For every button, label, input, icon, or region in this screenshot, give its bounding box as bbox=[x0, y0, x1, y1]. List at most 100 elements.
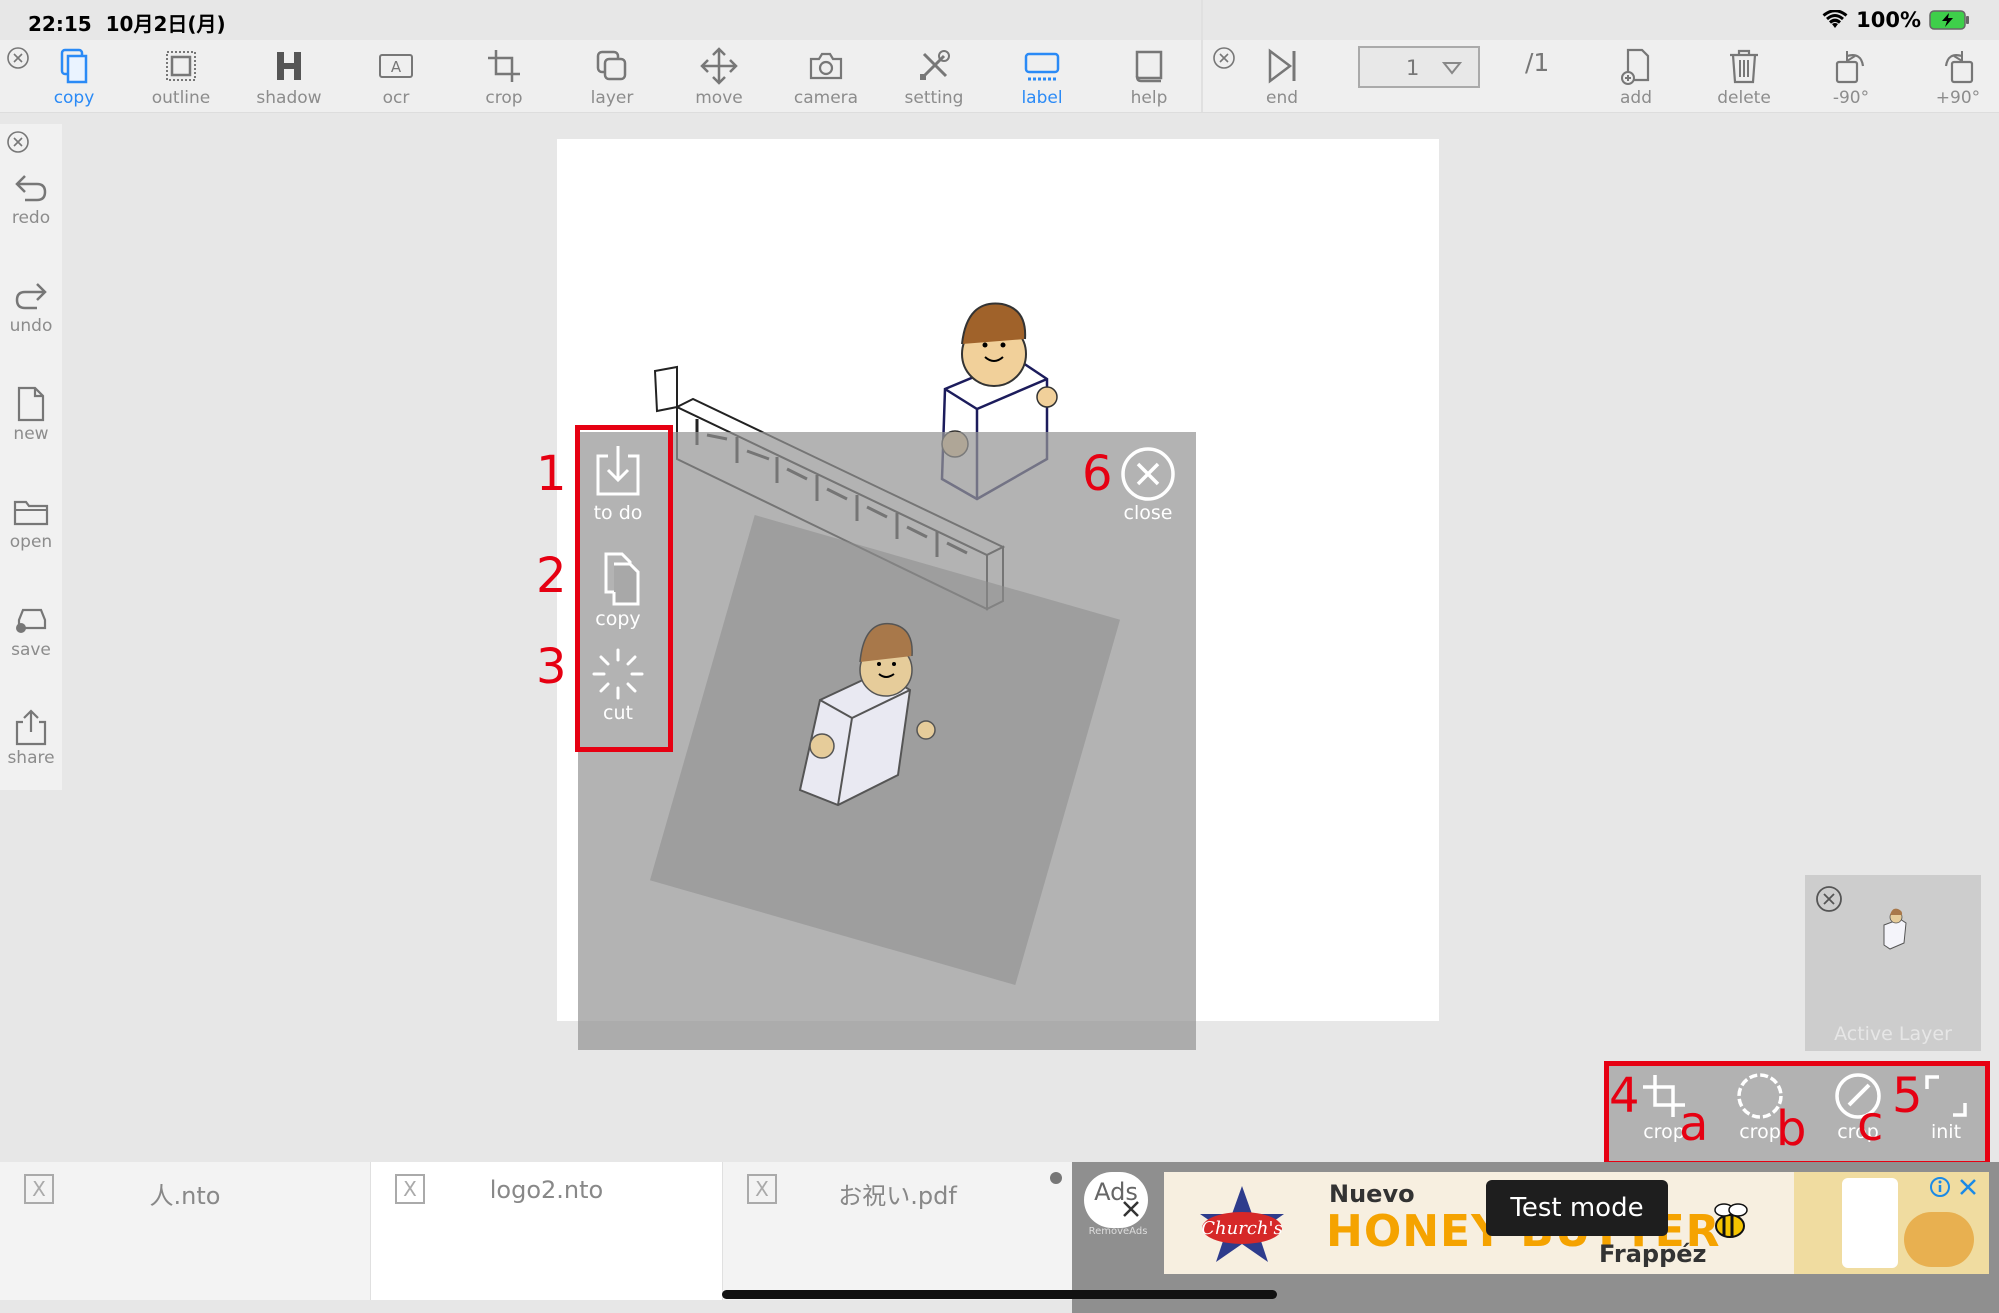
overlay-character-drawing bbox=[798, 622, 936, 807]
battery-percent: 100% bbox=[1856, 8, 1921, 32]
close-label: close bbox=[1123, 502, 1173, 524]
delete-page-label: delete bbox=[1717, 88, 1771, 108]
tab-logo2-nto[interactable]: X logo2.nto bbox=[371, 1162, 724, 1300]
annotation-number-5: 5 bbox=[1892, 1068, 1923, 1124]
toolbar-layer-button[interactable]: layer bbox=[566, 40, 658, 112]
annotation-number-3: 3 bbox=[536, 639, 567, 695]
close-active-layer-icon[interactable] bbox=[1815, 885, 1843, 913]
tab-label: logo2.nto bbox=[489, 1176, 604, 1204]
brand-text: Church's bbox=[1201, 1218, 1282, 1239]
sidebar-undo-button[interactable]: undo bbox=[0, 276, 62, 336]
setting-icon bbox=[920, 50, 950, 80]
toolbar-copy-button[interactable]: copy bbox=[28, 40, 120, 112]
toolbar-help-button[interactable]: help bbox=[1103, 40, 1195, 112]
sidebar-redo-label: redo bbox=[11, 208, 51, 228]
page-select[interactable]: 1 bbox=[1358, 46, 1480, 88]
rotate-left-button[interactable]: -90° bbox=[1805, 40, 1897, 112]
ocr-icon: A bbox=[379, 54, 413, 78]
battery-icon bbox=[1929, 10, 1969, 30]
ad-headline-bottom: Frappéz bbox=[1599, 1240, 1707, 1268]
close-page-toolbar-icon[interactable] bbox=[1212, 46, 1236, 70]
end-label: end bbox=[1265, 88, 1299, 108]
toolbar-setting-button[interactable]: setting bbox=[888, 40, 980, 112]
ad-info-icon[interactable] bbox=[1929, 1176, 1951, 1198]
annotation-letter-a: a bbox=[1679, 1096, 1709, 1152]
toolbar-shadow-label: shadow bbox=[256, 88, 322, 108]
end-button[interactable]: end bbox=[1236, 40, 1328, 112]
sidebar-open-label: open bbox=[9, 532, 53, 552]
page-select-value: 1 bbox=[1406, 56, 1420, 80]
toolbar-copy-label: copy bbox=[53, 88, 95, 108]
close-icon bbox=[1121, 447, 1175, 501]
sidebar-redo-button[interactable]: redo bbox=[0, 168, 62, 228]
toolbar-label-label: label bbox=[1021, 88, 1063, 108]
active-layer-label: Active Layer bbox=[1834, 1023, 1952, 1045]
label-icon bbox=[1024, 52, 1060, 81]
annotation-number-1: 1 bbox=[536, 446, 567, 502]
book-icon bbox=[1135, 50, 1163, 83]
toolbar-shadow-button[interactable]: shadow bbox=[243, 40, 335, 112]
wifi-icon bbox=[1822, 10, 1848, 28]
layer-icon bbox=[596, 50, 627, 81]
toolbar-label-button[interactable]: label bbox=[996, 40, 1088, 112]
ad-banner[interactable]: Church's Nuevo HONEY BUTTER Frappéz Test… bbox=[1164, 1172, 1989, 1274]
annotation-letter-b: b bbox=[1776, 1101, 1807, 1157]
close-ad-icon bbox=[1123, 1201, 1139, 1217]
close-toolbar-icon[interactable] bbox=[6, 46, 30, 70]
toolbar-camera-button[interactable]: camera bbox=[780, 40, 872, 112]
delete-page-button[interactable]: delete bbox=[1698, 40, 1790, 112]
toolbar-divider bbox=[1201, 0, 1203, 112]
rotate-left-label: -90° bbox=[1832, 88, 1870, 108]
undo-icon bbox=[15, 283, 47, 310]
add-page-button[interactable]: add bbox=[1590, 40, 1682, 112]
annotation-letter-c: c bbox=[1857, 1096, 1884, 1152]
add-page-label: add bbox=[1620, 88, 1652, 108]
rotate-left-icon bbox=[1835, 51, 1865, 84]
home-indicator[interactable] bbox=[722, 1290, 1277, 1299]
close-sidebar-icon[interactable] bbox=[6, 130, 30, 154]
page-total: /1 bbox=[1525, 48, 1550, 77]
toolbar-setting-label: setting bbox=[904, 88, 964, 108]
svg-text:A: A bbox=[391, 58, 402, 76]
sidebar-new-label: new bbox=[13, 424, 49, 444]
tab-person-nto[interactable]: X 人.nto bbox=[0, 1162, 372, 1300]
add-page-icon bbox=[1621, 48, 1650, 85]
toolbar-crop-label: crop bbox=[485, 88, 523, 108]
toolbar-crop-button[interactable]: crop bbox=[458, 40, 550, 112]
sidebar-new-button[interactable]: new bbox=[0, 384, 62, 444]
toolbar-move-label: move bbox=[695, 88, 743, 108]
rotate-right-icon bbox=[1944, 51, 1974, 84]
sidebar-save-button[interactable]: save bbox=[0, 600, 62, 660]
rotate-right-label: +90° bbox=[1935, 88, 1981, 108]
active-layer-panel[interactable]: Active Layer bbox=[1805, 875, 1981, 1051]
test-mode-badge: Test mode bbox=[1486, 1180, 1668, 1236]
ad-close-icon[interactable] bbox=[1957, 1176, 1979, 1198]
toolbar-ocr-button[interactable]: A ocr bbox=[350, 40, 442, 112]
status-time: 22:15 10月2日(月) bbox=[28, 12, 226, 36]
toolbar-help-label: help bbox=[1130, 88, 1168, 108]
move-icon bbox=[700, 47, 738, 85]
tab-oiwai-pdf[interactable]: X お祝い.pdf bbox=[723, 1162, 1074, 1300]
rotate-right-button[interactable]: +90° bbox=[1912, 40, 1999, 112]
sidebar-save-label: save bbox=[11, 640, 51, 660]
toolbar-outline-label: outline bbox=[151, 88, 211, 108]
crop-icon bbox=[488, 50, 520, 82]
sidebar-share-button[interactable]: share bbox=[0, 708, 62, 768]
bee-icon bbox=[1714, 1203, 1748, 1238]
trash-icon bbox=[1730, 49, 1758, 84]
share-icon bbox=[15, 709, 47, 746]
layer-thumbnail bbox=[1883, 908, 1907, 950]
sidebar-open-button[interactable]: open bbox=[0, 492, 62, 552]
sidebar-share-label: share bbox=[7, 748, 55, 768]
ad-headline-top: Nuevo bbox=[1329, 1180, 1415, 1208]
save-drive-icon bbox=[16, 608, 47, 633]
left-sidebar: redo undo new open save share bbox=[0, 124, 62, 790]
toolbar-move-button[interactable]: move bbox=[673, 40, 765, 112]
annotation-box-menu bbox=[575, 425, 673, 752]
toolbar-outline-button[interactable]: outline bbox=[135, 40, 227, 112]
toolbar-layer-label: layer bbox=[590, 88, 634, 108]
close-overlay-button[interactable]: close bbox=[1115, 446, 1181, 524]
remove-ads-button[interactable]: Ads bbox=[1084, 1172, 1148, 1228]
folder-icon bbox=[13, 500, 49, 526]
copy-icon bbox=[60, 48, 88, 84]
